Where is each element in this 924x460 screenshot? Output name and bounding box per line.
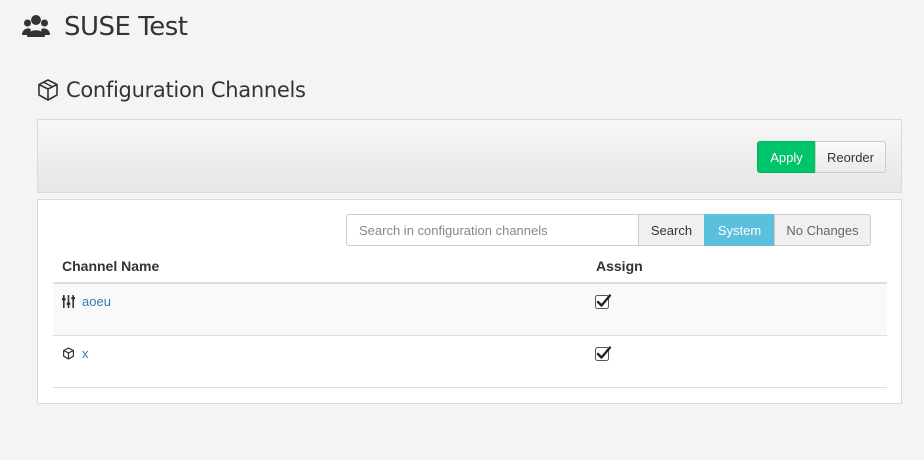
channel-link[interactable]: aoeu [82,294,111,309]
assign-checkbox[interactable] [595,294,611,310]
channels-panel: Search System No Changes Channel Name As… [37,199,902,404]
cube-icon [38,79,58,101]
apply-button[interactable]: Apply [757,141,816,173]
channel-name-cell: aoeu [62,294,111,309]
users-icon [22,15,50,37]
channel-link[interactable]: x [82,346,89,361]
reorder-button[interactable]: Reorder [815,141,886,173]
assign-checkbox[interactable] [595,346,611,362]
section-header: Configuration Channels [36,78,306,102]
column-header-channel-name[interactable]: Channel Name [62,258,159,274]
section-title: Configuration Channels [66,78,306,102]
table-row: x [53,336,887,388]
table-header: Channel Name Assign [53,247,887,284]
table-row: aoeu [53,284,887,336]
page-header: SUSE Test [22,12,188,42]
channels-table: Channel Name Assign aoeu x [53,247,887,388]
sliders-icon [62,295,75,308]
search-input[interactable] [346,214,639,246]
toolbar-panel: Apply Reorder [37,119,902,193]
cube-icon [63,347,74,360]
column-header-assign[interactable]: Assign [596,258,643,274]
search-button[interactable]: Search [638,214,705,246]
channel-name-cell: x [62,346,89,361]
page-title: SUSE Test [64,12,188,42]
filter-nochanges-button[interactable]: No Changes [774,214,871,246]
filter-system-button[interactable]: System [704,214,775,246]
